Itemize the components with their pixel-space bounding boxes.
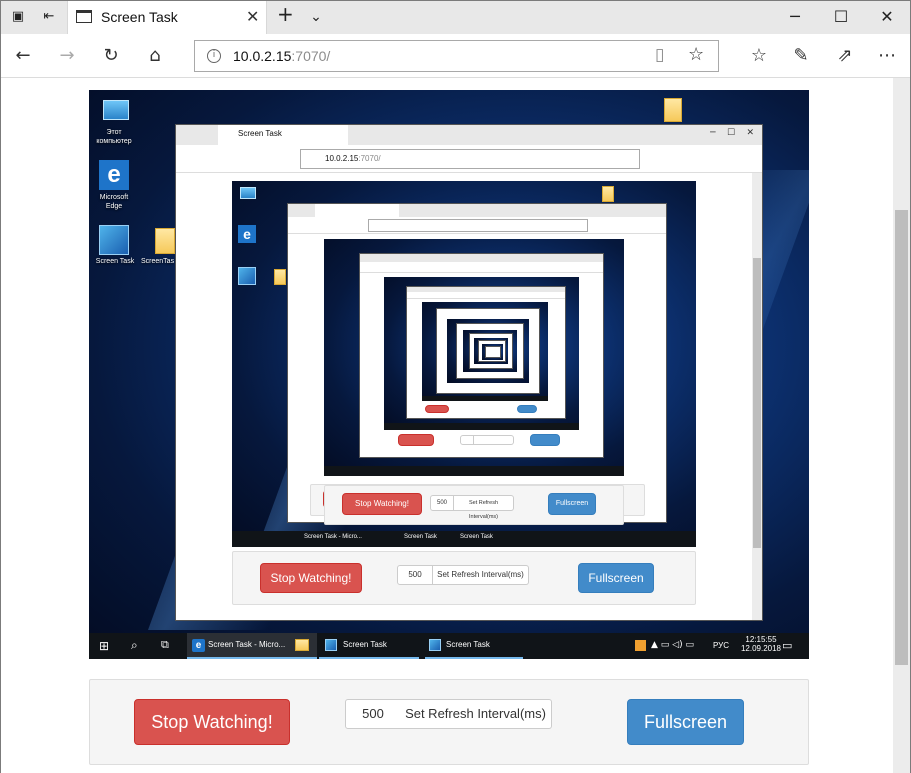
folder-icon[interactable] <box>664 98 682 122</box>
vertical-scrollbar[interactable] <box>893 78 910 773</box>
folder-icon[interactable] <box>155 228 175 254</box>
keyboard-language: РУС <box>713 641 730 650</box>
close-window-button[interactable]: ✕ <box>864 1 910 34</box>
taskbar-screen-task-item: Screen Task <box>343 640 387 649</box>
taskbar-edge-item: Screen Task - Micro... <box>208 640 286 649</box>
chevron-down-icon[interactable]: ⌄ <box>308 9 324 25</box>
stop-watching-button[interactable]: Stop Watching! <box>134 699 290 745</box>
taskbar-screen-task-icon <box>429 639 441 651</box>
windows-taskbar: ⊞ ⌕ ⧉ e Screen Task - Micro... Screen Ta… <box>89 633 809 659</box>
screen-task-desktop-label: Screen Task <box>95 258 135 265</box>
edge-browser-window: ▣ ⇤ Screen Task ✕ + ⌄ ─ ☐ ✕ ← → ↻ ⌂ i 10… <box>0 0 911 773</box>
inner-url-text: 10.0.2.15:7070/ <box>325 154 381 163</box>
favorites-hub-icon[interactable]: ☆ <box>746 43 772 69</box>
close-tab-icon[interactable]: ✕ <box>246 7 259 26</box>
address-bar[interactable]: i 10.0.2.15:7070/ ▯ ☆ <box>194 40 719 72</box>
inner-interval-input: 500 <box>397 565 433 585</box>
set-tabs-aside-icon[interactable]: ⇤ <box>41 9 57 25</box>
favorite-star-icon[interactable]: ☆ <box>688 44 704 65</box>
forward-arrow-icon[interactable]: → <box>54 43 80 69</box>
set-refresh-interval-button[interactable]: Set Refresh Interval(ms) <box>400 699 552 729</box>
task-view-icon: ⧉ <box>161 638 169 651</box>
inner-stop-button: Stop Watching! <box>260 563 362 593</box>
fullscreen-button[interactable]: Fullscreen <box>627 699 744 745</box>
taskbar-edge-icon: e <box>192 639 205 652</box>
taskbar-explorer-icon <box>295 639 309 651</box>
edge-desktop-label: Microsoft Edge <box>99 194 129 210</box>
nested-screen-image: e Stop Watching! 500 Set Refresh Interva… <box>232 181 696 547</box>
scrollbar-thumb[interactable] <box>895 210 908 665</box>
taskbar-clock: 12:15:55 12.09.2018 <box>740 635 782 653</box>
edge-desktop-icon[interactable]: e <box>99 160 129 190</box>
refresh-icon[interactable]: ↻ <box>98 43 124 69</box>
url-text: 10.0.2.15:7070/ <box>233 48 331 64</box>
info-icon[interactable]: i <box>207 49 221 63</box>
inner-interval-label: Set Refresh Interval(ms) <box>433 565 529 585</box>
search-icon: ⌕ <box>131 638 138 652</box>
share-icon[interactable]: ⇗ <box>832 43 858 69</box>
inner-tab-title: Screen Task <box>238 129 282 138</box>
tab-title: Screen Task <box>101 9 178 25</box>
taskbar-screen-task-icon <box>325 639 337 651</box>
maximize-button[interactable]: ☐ <box>818 1 864 34</box>
tray-icons: ▲ ▭ ◁) ▭ <box>651 640 694 650</box>
minimize-button[interactable]: ─ <box>772 1 818 34</box>
notifications-icon: ▭ <box>782 639 793 652</box>
inner-browser-window: Screen Task ─ ☐ ✕ 10.0.2.15:7070/ e Stop… <box>175 124 763 621</box>
title-bar: ▣ ⇤ Screen Task ✕ + ⌄ ─ ☐ ✕ <box>1 1 910 34</box>
navigation-bar: ← → ↻ ⌂ i 10.0.2.15:7070/ ▯ ☆ ☆ ✎ ⇗ ⋯ <box>1 34 910 78</box>
refresh-interval-input[interactable]: 500 <box>345 699 401 729</box>
new-tab-icon[interactable]: + <box>277 4 294 24</box>
pen-notes-icon[interactable]: ✎ <box>788 43 814 69</box>
back-arrow-icon[interactable]: ← <box>10 43 36 69</box>
tray-icon <box>635 640 646 651</box>
this-pc-label: Этот компьютер <box>96 129 132 145</box>
inner-close-icon: ─ ☐ ✕ <box>710 128 754 138</box>
more-menu-icon[interactable]: ⋯ <box>874 43 900 69</box>
this-pc-icon[interactable] <box>103 100 129 120</box>
tab-screen-task[interactable]: Screen Task ✕ <box>67 1 267 34</box>
windows-start-icon: ⊞ <box>99 639 110 653</box>
page-icon <box>76 10 92 23</box>
tab-sets-icon[interactable]: ▣ <box>10 9 26 25</box>
home-icon[interactable]: ⌂ <box>142 43 168 69</box>
page-content: Этот компьютер e Microsoft Edge Screen Tas… <box>1 78 910 773</box>
remote-screen-image: Этот компьютер e Microsoft Edge Screen Tas… <box>89 90 809 659</box>
inner-fullscreen-button: Fullscreen <box>578 563 654 593</box>
reading-view-icon[interactable]: ▯ <box>655 45 664 65</box>
taskbar-screen-task-item: Screen Task <box>446 640 490 649</box>
screen-task-desktop-icon[interactable] <box>99 225 129 255</box>
